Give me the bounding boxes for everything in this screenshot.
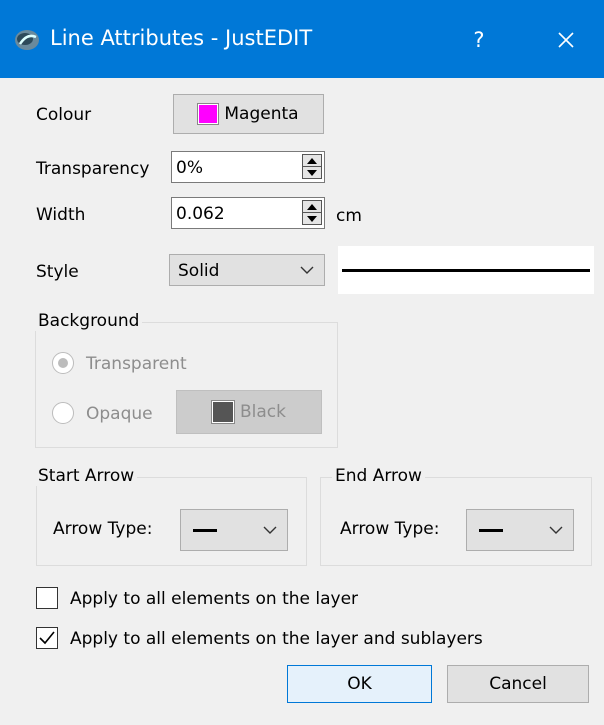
start-arrow-title: Start Arrow <box>35 466 138 486</box>
cancel-button[interactable]: Cancel <box>447 665 589 703</box>
end-arrow-dropdown[interactable] <box>466 509 574 551</box>
background-colour-value: Black <box>240 402 286 422</box>
background-group-title: Background <box>35 311 143 331</box>
start-arrow-dropdown[interactable] <box>180 509 288 551</box>
line-end-icon <box>193 529 217 532</box>
checkmark-icon <box>39 631 55 645</box>
colour-label: Colour <box>36 105 92 125</box>
colour-button[interactable]: Magenta <box>173 94 324 134</box>
chevron-down-icon <box>549 526 563 534</box>
background-swatch <box>211 400 235 424</box>
line-style-preview <box>338 246 594 294</box>
transparency-label: Transparency <box>36 159 150 179</box>
close-icon[interactable] <box>546 22 586 58</box>
apply-sublayers-label: Apply to all elements on the layer and s… <box>70 629 483 649</box>
spin-down-icon[interactable] <box>302 166 322 179</box>
width-unit: cm <box>336 206 362 226</box>
colour-value: Magenta <box>224 104 299 124</box>
style-dropdown[interactable]: Solid <box>169 254 325 286</box>
width-value: 0.062 <box>176 204 225 224</box>
app-icon <box>15 30 39 50</box>
opaque-radio[interactable] <box>52 402 74 424</box>
line-sample <box>342 269 590 272</box>
help-button[interactable]: ? <box>459 22 499 58</box>
window-title: Line Attributes - JustEDIT <box>50 26 313 50</box>
colour-swatch <box>197 103 220 125</box>
transparent-radio[interactable] <box>52 352 74 374</box>
end-arrow-title: End Arrow <box>332 466 425 486</box>
transparency-value: 0% <box>176 158 203 178</box>
apply-sublayers-checkbox[interactable] <box>36 627 58 649</box>
line-end-icon <box>479 529 503 532</box>
spin-down-icon[interactable] <box>302 212 322 225</box>
chevron-down-icon <box>263 526 277 534</box>
width-spinbox[interactable]: 0.062 <box>171 197 325 229</box>
end-arrow-type-label: Arrow Type: <box>340 519 440 539</box>
chevron-down-icon <box>300 266 314 274</box>
transparency-spinbox[interactable]: 0% <box>171 151 325 183</box>
style-label: Style <box>36 262 79 282</box>
title-bar: Line Attributes - JustEDIT ? <box>0 0 604 78</box>
width-label: Width <box>36 205 86 225</box>
style-value: Solid <box>178 261 220 281</box>
apply-layer-label: Apply to all elements on the layer <box>70 589 359 609</box>
ok-button[interactable]: OK <box>287 665 432 703</box>
apply-layer-checkbox[interactable] <box>36 587 58 609</box>
background-colour-button[interactable]: Black <box>176 390 322 434</box>
start-arrow-type-label: Arrow Type: <box>53 519 153 539</box>
transparent-label: Transparent <box>86 354 187 374</box>
opaque-label: Opaque <box>86 404 153 424</box>
